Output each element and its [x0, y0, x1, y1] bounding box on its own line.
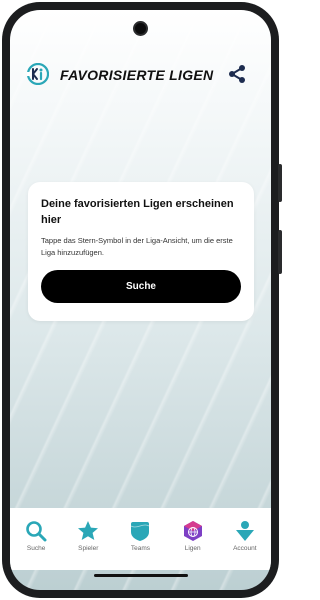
shield-icon [131, 522, 150, 541]
empty-state-title: Deine favorisierten Ligen erscheinen hie… [41, 198, 234, 226]
share-icon[interactable] [227, 64, 247, 84]
tab-label: Suche [26, 545, 46, 552]
search-button[interactable]: Suche [41, 270, 241, 303]
brand-logo-icon[interactable] [27, 63, 49, 85]
star-icon [78, 521, 99, 540]
app-header: FAVORISIERTE LIGEN [10, 56, 271, 92]
tab-account[interactable]: Account [222, 520, 268, 552]
home-indicator[interactable] [94, 574, 188, 577]
tab-label: Ligen [184, 545, 201, 552]
phone-frame: FAVORISIERTE LIGEN Deine favorisierten L… [2, 2, 282, 598]
front-camera [133, 21, 148, 36]
user-icon [235, 521, 254, 541]
volume-button [278, 164, 282, 202]
tab-suche[interactable]: Suche [13, 520, 59, 552]
power-button [278, 230, 282, 274]
tab-label: Account [233, 545, 257, 552]
tab-spieler[interactable]: Spieler [65, 520, 111, 552]
tab-ligen[interactable]: Ligen [170, 520, 216, 552]
empty-state-description: Tappe das Stern-Symbol in der Liga-Ansic… [41, 236, 233, 257]
bottom-tab-bar: Suche Spieler Teams Ligen Account [10, 508, 271, 570]
page-title: FAVORISIERTE LIGEN [60, 67, 214, 83]
globe-icon [183, 521, 202, 541]
tab-teams[interactable]: Teams [117, 520, 163, 552]
screen: FAVORISIERTE LIGEN Deine favorisierten L… [10, 10, 271, 590]
search-icon [26, 521, 47, 542]
empty-state-card: Deine favorisierten Ligen erscheinen hie… [28, 182, 254, 321]
tab-label: Teams [130, 545, 151, 552]
tab-label: Spieler [78, 545, 99, 552]
